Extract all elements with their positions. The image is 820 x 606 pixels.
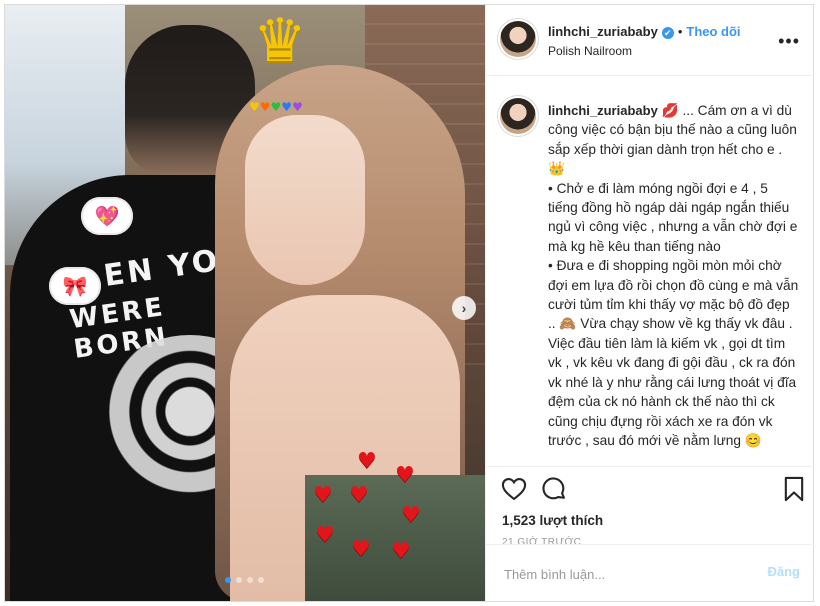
verified-badge-icon: ✔	[661, 26, 674, 39]
carousel-dot	[225, 577, 231, 583]
carousel-dot	[236, 577, 242, 583]
more-options-icon[interactable]: •••	[778, 31, 800, 52]
heart-sticker-icon: ♥	[395, 463, 415, 488]
caption-username-link[interactable]: linhchi_zuriababy	[548, 103, 658, 118]
comment-bubble-icon[interactable]	[540, 475, 568, 503]
bookmark-icon[interactable]	[780, 475, 808, 503]
carousel-dots	[225, 577, 264, 583]
username-link[interactable]: linhchi_zuriababy	[548, 24, 658, 39]
likes-count[interactable]: 1,523 lượt thích	[486, 509, 814, 528]
kiss-emoji-icon: 💋	[661, 103, 679, 118]
heart-sticker-icon: ♥	[313, 483, 333, 508]
caption-area[interactable]: linhchi_zuriababy 💋 ... Cám ơn a vì dù c…	[486, 76, 814, 467]
action-bar	[486, 475, 814, 509]
carousel-dot	[258, 577, 264, 583]
heart-sticker-icon: ♥	[391, 539, 411, 564]
post-comment-button[interactable]: Đăng	[768, 564, 801, 579]
carousel-dot	[247, 577, 253, 583]
heart-sticker-icon: ♥	[315, 523, 335, 548]
caption-paragraph: • Chở e đi làm móng ngồi đợi e 4 , 5 tiế…	[548, 180, 798, 254]
woman-face	[245, 115, 365, 285]
heart-sticker-icon: ♥	[401, 503, 421, 528]
ribbon-sticker-icon: 🎀	[49, 267, 101, 305]
location-link[interactable]: Polish Nailroom	[548, 44, 632, 58]
heart-outline-icon[interactable]	[500, 475, 528, 503]
heart-sticker-icon: ♥	[351, 537, 371, 562]
comment-input[interactable]	[502, 563, 736, 585]
carousel-next-icon[interactable]: ›	[452, 296, 476, 320]
follow-button[interactable]: Theo dõi	[686, 24, 740, 39]
sparkle-heart-sticker-icon: 💖	[81, 197, 133, 235]
post-modal: EN YOU WERE BORN ♛ ♥♥♥♥♥ 💖 🎀 ♥ ♥ ♥ ♥ ♥ ♥…	[4, 4, 814, 602]
caption-text: linhchi_zuriababy 💋 ... Cám ơn a vì dù c…	[548, 101, 800, 450]
post-photo[interactable]: EN YOU WERE BORN ♛ ♥♥♥♥♥ 💖 🎀 ♥ ♥ ♥ ♥ ♥ ♥…	[5, 5, 485, 601]
heart-sticker-icon: ♥	[349, 483, 369, 508]
avatar[interactable]	[500, 21, 536, 57]
caption-paragraph: • Đưa e đi shopping ngồi mòn mỏi chờ đợi…	[548, 258, 799, 448]
avatar[interactable]	[500, 98, 536, 134]
post-header: linhchi_zuriababy ✔ • Theo dõi Polish Nailr…	[486, 5, 814, 76]
separator: •	[677, 24, 683, 39]
rainbow-hearts-sticker-icon: ♥♥♥♥♥	[249, 100, 303, 114]
comment-bar: Đăng	[486, 544, 814, 601]
header-line: linhchi_zuriababy ✔ • Theo dõi	[548, 24, 741, 39]
crown-sticker-icon: ♛	[253, 6, 307, 76]
heart-sticker-icon: ♥	[357, 449, 377, 474]
post-side-panel: linhchi_zuriababy ✔ • Theo dõi Polish Nailr…	[485, 5, 814, 601]
